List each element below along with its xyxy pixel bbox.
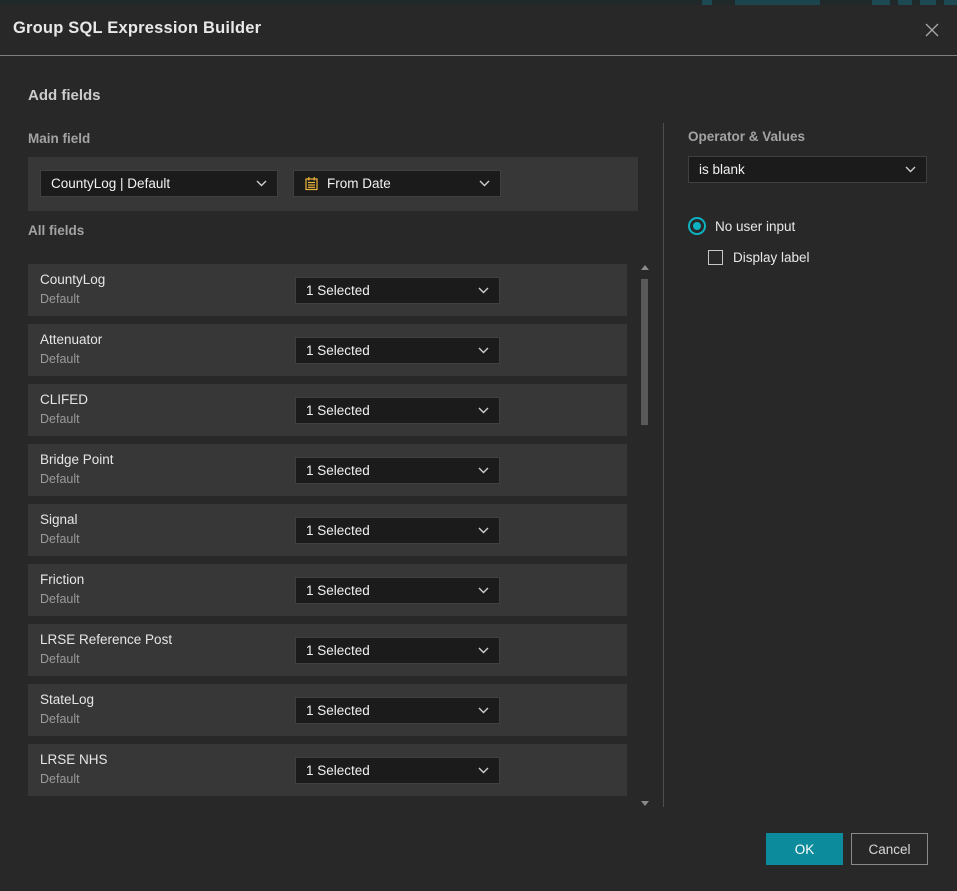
scrollbar-up-arrow-icon[interactable] xyxy=(641,265,649,270)
chevron-down-icon xyxy=(478,587,489,594)
dialog-title: Group SQL Expression Builder xyxy=(13,19,261,38)
field-row-signal: Signal Default 1 Selected xyxy=(28,504,627,556)
scrollbar-down-arrow-icon[interactable] xyxy=(641,801,649,806)
scrollbar[interactable] xyxy=(639,263,650,808)
field-selection-value: 1 Selected xyxy=(306,463,478,478)
field-row-countylog: CountyLog Default 1 Selected xyxy=(28,264,627,316)
display-label-label: Display label xyxy=(733,250,810,265)
no-user-input-label: No user input xyxy=(715,219,795,234)
field-selection-dropdown[interactable]: 1 Selected xyxy=(295,277,500,304)
operator-values-heading: Operator & Values xyxy=(688,129,805,144)
display-label-checkbox-row[interactable]: Display label xyxy=(708,250,810,265)
field-subtitle: Default xyxy=(40,472,80,486)
dialog-titlebar: Group SQL Expression Builder xyxy=(0,5,957,56)
main-field-field-value: From Date xyxy=(327,176,479,191)
field-selection-dropdown[interactable]: 1 Selected xyxy=(295,697,500,724)
cancel-button[interactable]: Cancel xyxy=(851,833,928,865)
main-field-field-select[interactable]: From Date xyxy=(293,170,501,197)
chevron-down-icon xyxy=(478,647,489,654)
field-subtitle: Default xyxy=(40,352,80,366)
chevron-down-icon xyxy=(478,467,489,474)
no-user-input-radio-row[interactable]: No user input xyxy=(688,217,795,235)
field-name: LRSE Reference Post xyxy=(40,632,172,647)
field-selection-value: 1 Selected xyxy=(306,283,478,298)
add-fields-heading: Add fields xyxy=(28,87,101,104)
ok-button[interactable]: OK xyxy=(766,833,843,865)
radio-selected-icon[interactable] xyxy=(688,217,706,235)
chevron-down-icon xyxy=(905,166,916,173)
field-selection-value: 1 Selected xyxy=(306,583,478,598)
field-selection-dropdown[interactable]: 1 Selected xyxy=(295,637,500,664)
operator-select[interactable]: is blank xyxy=(688,156,927,183)
field-selection-value: 1 Selected xyxy=(306,643,478,658)
field-row-bridge-point: Bridge Point Default 1 Selected xyxy=(28,444,627,496)
calendar-icon xyxy=(304,176,319,191)
close-button[interactable] xyxy=(920,18,944,42)
chevron-down-icon xyxy=(479,180,490,187)
field-selection-value: 1 Selected xyxy=(306,703,478,718)
field-selection-dropdown[interactable]: 1 Selected xyxy=(295,457,500,484)
screen: Group SQL Expression Builder Add fields … xyxy=(0,0,957,891)
field-name: CLIFED xyxy=(40,392,88,407)
all-fields-label: All fields xyxy=(28,223,84,238)
chevron-down-icon xyxy=(478,287,489,294)
field-row-lrse-nhs: LRSE NHS Default 1 Selected xyxy=(28,744,627,796)
scrollbar-thumb[interactable] xyxy=(641,279,648,425)
all-fields-list: CountyLog Default 1 Selected Attenuator … xyxy=(28,264,627,804)
field-name: Friction xyxy=(40,572,84,587)
field-row-friction: Friction Default 1 Selected xyxy=(28,564,627,616)
field-row-statelog: StateLog Default 1 Selected xyxy=(28,684,627,736)
field-selection-value: 1 Selected xyxy=(306,343,478,358)
chevron-down-icon xyxy=(478,407,489,414)
field-name: CountyLog xyxy=(40,272,105,287)
main-field-source-value: CountyLog | Default xyxy=(51,176,256,191)
chevron-down-icon xyxy=(478,527,489,534)
field-selection-dropdown[interactable]: 1 Selected xyxy=(295,577,500,604)
field-name: LRSE NHS xyxy=(40,752,108,767)
operator-value: is blank xyxy=(699,162,905,177)
main-field-box: CountyLog | Default From Date xyxy=(28,157,638,211)
main-field-source-select[interactable]: CountyLog | Default xyxy=(40,170,278,197)
field-name: Attenuator xyxy=(40,332,102,347)
field-selection-dropdown[interactable]: 1 Selected xyxy=(295,517,500,544)
field-name: Bridge Point xyxy=(40,452,114,467)
field-subtitle: Default xyxy=(40,532,80,546)
field-row-attenuator: Attenuator Default 1 Selected xyxy=(28,324,627,376)
field-subtitle: Default xyxy=(40,772,80,786)
field-subtitle: Default xyxy=(40,652,80,666)
chevron-down-icon xyxy=(478,767,489,774)
field-subtitle: Default xyxy=(40,712,80,726)
field-selection-value: 1 Selected xyxy=(306,403,478,418)
field-selection-dropdown[interactable]: 1 Selected xyxy=(295,397,500,424)
main-field-label: Main field xyxy=(28,131,90,146)
checkbox-unchecked-icon[interactable] xyxy=(708,250,723,265)
field-subtitle: Default xyxy=(40,592,80,606)
panel-divider xyxy=(663,123,664,807)
field-row-lrse-reference-post: LRSE Reference Post Default 1 Selected xyxy=(28,624,627,676)
field-row-clifed: CLIFED Default 1 Selected xyxy=(28,384,627,436)
field-name: Signal xyxy=(40,512,78,527)
chevron-down-icon xyxy=(478,347,489,354)
field-selection-value: 1 Selected xyxy=(306,523,478,538)
chevron-down-icon xyxy=(256,180,267,187)
group-sql-expression-builder-dialog: Group SQL Expression Builder Add fields … xyxy=(0,5,957,891)
field-selection-dropdown[interactable]: 1 Selected xyxy=(295,757,500,784)
close-icon xyxy=(924,22,940,38)
chevron-down-icon xyxy=(478,707,489,714)
field-selection-value: 1 Selected xyxy=(306,763,478,778)
field-subtitle: Default xyxy=(40,292,80,306)
field-name: StateLog xyxy=(40,692,94,707)
field-selection-dropdown[interactable]: 1 Selected xyxy=(295,337,500,364)
field-subtitle: Default xyxy=(40,412,80,426)
